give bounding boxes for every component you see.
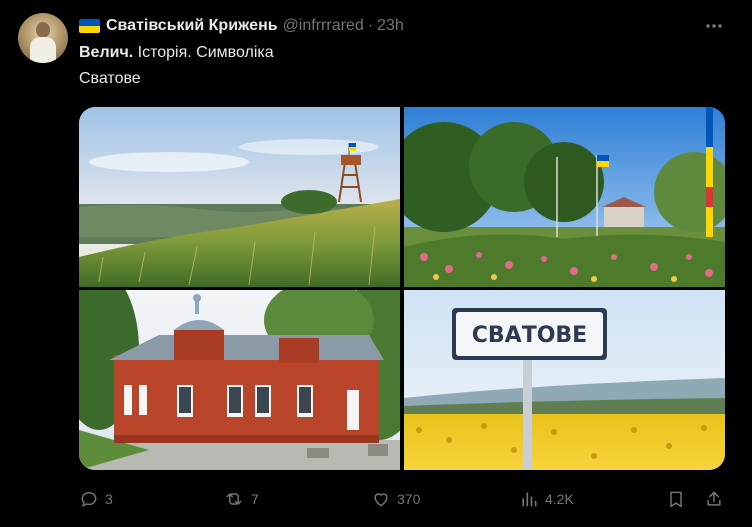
media-grid: СВАТОВЕ <box>79 107 725 470</box>
tweet-header: Сватівський Крижень @infrrrared · 23h <box>79 16 404 36</box>
reply-count: 3 <box>105 491 113 507</box>
repost-icon <box>226 493 242 505</box>
photo-red-brick-building[interactable] <box>79 290 400 470</box>
photo-town-sign-sunflowers[interactable]: СВАТОВЕ <box>404 290 725 470</box>
bookmark-icon <box>670 491 682 508</box>
tweet-text-bold: Велич. <box>79 44 134 61</box>
action-bar: 3 7 370 4.2K <box>79 487 725 511</box>
like-count: 370 <box>397 491 421 507</box>
like-button[interactable]: 370 <box>371 487 420 511</box>
share-button[interactable] <box>704 487 724 511</box>
reply-icon <box>81 491 97 508</box>
tweet-text-rest: Історія. Символіка <box>133 44 274 61</box>
avatar-body <box>30 37 56 63</box>
photo-hill-watchtower[interactable] <box>79 107 400 287</box>
tweet-text-line1: Велич. Історія. Символіка <box>79 44 274 62</box>
repost-button[interactable]: 7 <box>223 487 259 511</box>
timestamp[interactable]: 23h <box>377 17 404 35</box>
share-icon <box>707 491 721 506</box>
author-handle[interactable]: @infrrrared <box>283 17 364 35</box>
views-button[interactable]: 4.2K <box>519 487 574 511</box>
bookmark-button[interactable] <box>666 487 686 511</box>
photo-park-flowers-flag[interactable] <box>404 107 725 287</box>
tweet-text-line2: Сватове <box>79 70 141 87</box>
heart-icon <box>374 493 388 507</box>
views-chart-icon <box>522 492 537 507</box>
reply-button[interactable]: 3 <box>79 487 113 511</box>
separator-dot: · <box>367 17 374 34</box>
tweet[interactable]: Сватівський Крижень @infrrrared · 23h Ве… <box>0 0 752 527</box>
avatar[interactable] <box>18 13 68 63</box>
ukraine-flag-icon <box>79 19 100 33</box>
views-count: 4.2K <box>545 491 574 507</box>
more-options-icon[interactable] <box>702 14 726 38</box>
author-name[interactable]: Сватівський Крижень <box>106 17 278 35</box>
sign-text: СВАТОВЕ <box>472 323 587 348</box>
repost-count: 7 <box>251 491 259 507</box>
avatar-head <box>36 22 50 38</box>
